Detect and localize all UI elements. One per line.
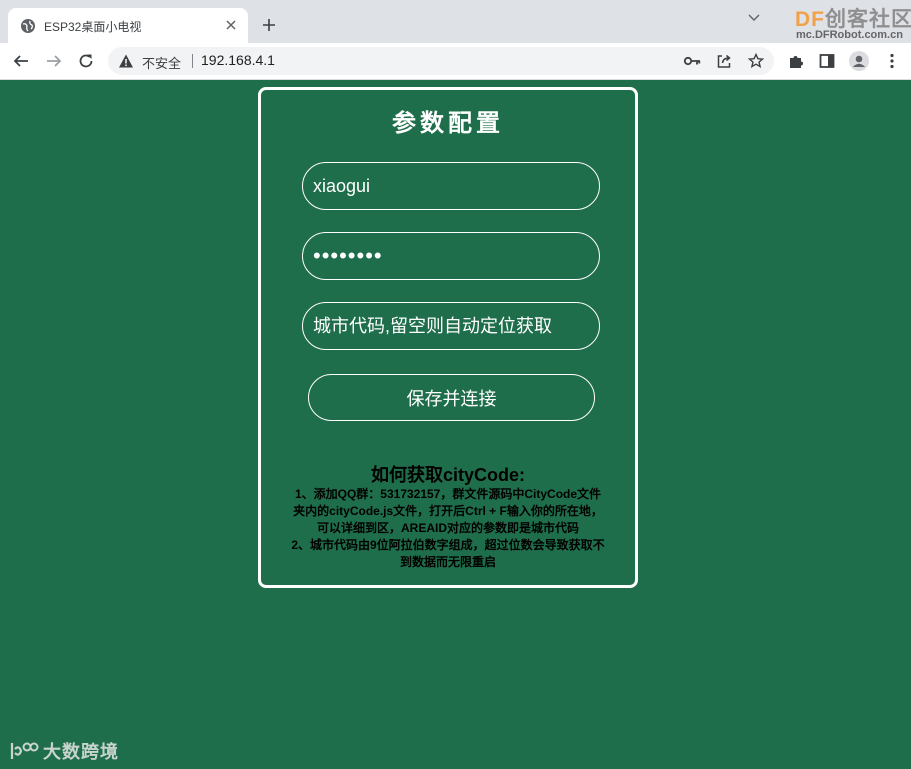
help-line: 2、城市代码由9位阿拉伯数字组成，超过位数会导致获取不 [291, 538, 605, 552]
page-title: 参数配置 [392, 110, 504, 137]
omnibox-divider [192, 54, 193, 68]
tab-strip: ESP32桌面小电视 DF创客社区 mc.DFRobot.com.cn [0, 0, 911, 43]
ssid-input[interactable] [302, 162, 600, 210]
password-input[interactable] [302, 232, 600, 280]
globe-icon [20, 18, 36, 34]
help-section: 如何获取cityCode: 1、添加QQ群：531732157，群文件源码中Ci… [271, 464, 625, 571]
new-tab-plus-icon[interactable] [258, 14, 280, 36]
help-line: 1、添加QQ群：531732157，群文件源码中CityCode文件 [294, 487, 602, 501]
profile-avatar-icon[interactable] [849, 51, 869, 71]
tab-title: ESP32桌面小电视 [44, 20, 142, 34]
extensions-puzzle-icon[interactable] [786, 51, 806, 71]
city-code-input[interactable] [302, 302, 600, 350]
warning-triangle-icon[interactable] [118, 53, 134, 69]
help-line: 到数据而无限重启 [399, 555, 496, 569]
help-title: 如何获取cityCode: [370, 465, 525, 485]
browser-toolbar: 不安全 192.168.4.1 [0, 43, 911, 80]
more-menu-icon[interactable] [882, 51, 902, 71]
chevron-down-icon[interactable] [744, 8, 764, 28]
config-card: 参数配置 保存并连接 如何获取cityCode: 1、添加QQ群：5317321… [258, 87, 638, 588]
watermark-url: mc.DFRobot.com.cn [796, 29, 903, 41]
back-arrow-icon[interactable] [9, 49, 33, 73]
forward-arrow-icon[interactable] [42, 49, 66, 73]
url-text[interactable]: 192.168.4.1 [201, 52, 275, 68]
watermark-text: 大数跨境 [43, 742, 119, 762]
save-connect-button[interactable]: 保存并连接 [308, 374, 595, 421]
reload-icon[interactable] [74, 49, 98, 73]
close-icon[interactable] [222, 16, 240, 34]
bottom-watermark: 大数跨境 [9, 739, 119, 763]
bookmark-star-icon[interactable] [747, 52, 765, 70]
share-icon[interactable] [715, 52, 733, 70]
address-bar[interactable]: 不安全 192.168.4.1 [108, 47, 774, 75]
side-panel-icon[interactable] [817, 51, 837, 71]
dfrobot-watermark: DF创客社区 mc.DFRobot.com.cn [790, 2, 911, 42]
watermark-logo-icon [9, 739, 39, 763]
help-line: 夹内的cityCode.js文件，打开后Ctrl + F输入你的所在地， [293, 504, 603, 518]
key-icon[interactable] [683, 52, 701, 70]
security-label[interactable]: 不安全 [142, 53, 181, 72]
browser-tab[interactable]: ESP32桌面小电视 [8, 8, 248, 43]
help-line: 可以详细到区，AREAID对应的参数即是城市代码 [316, 521, 579, 535]
